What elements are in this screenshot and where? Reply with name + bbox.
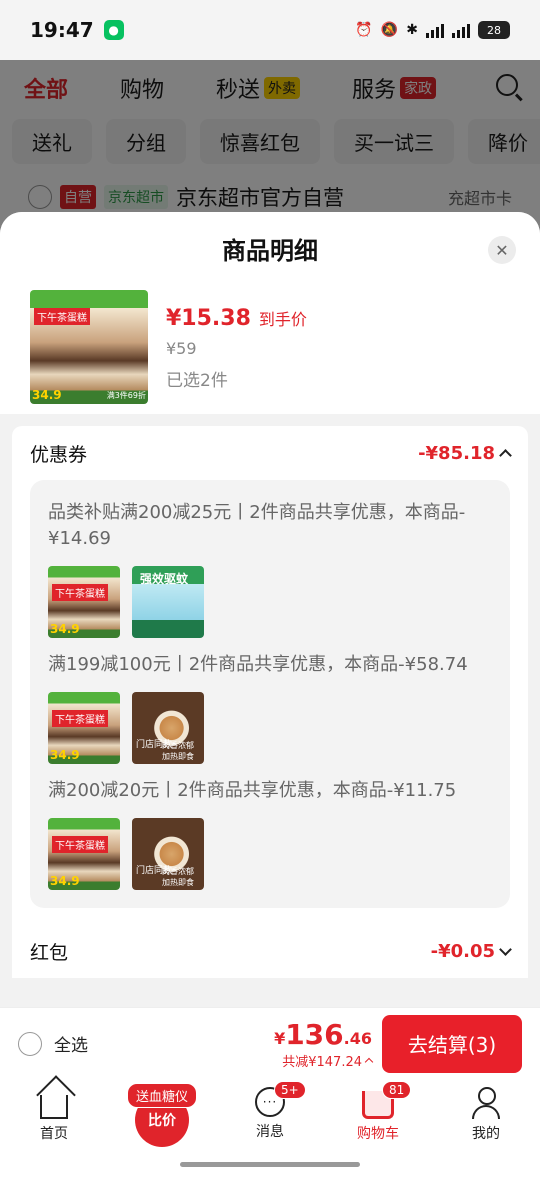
profile-icon <box>472 1087 500 1119</box>
sheet-header: 商品明细 ✕ <box>0 212 540 284</box>
coupon-list: 品类补贴满200减25元丨2件商品共享优惠，本商品-¥14.69 下午茶蛋糕 34… <box>30 480 510 908</box>
chevron-up-icon <box>499 448 512 462</box>
redpacket-section: 红包 -¥0.05 <box>12 924 528 978</box>
wechat-icon: ● <box>103 20 124 40</box>
price-info: ¥15.38 到手价 ¥59 已选2件 <box>166 290 307 400</box>
original-price: ¥59 <box>166 339 197 358</box>
deal-price-label: 到手价 <box>258 310 307 329</box>
coupon-desc: 满199减100元丨2件商品共享优惠，本商品-¥58.74 <box>48 654 468 675</box>
signal-icon <box>426 22 444 38</box>
message-badge: 5+ <box>274 1081 306 1099</box>
battery-icon: 28 <box>478 21 510 39</box>
product-image[interactable]: 下午茶蛋糕 34.9 满3件69折 <box>30 290 148 404</box>
tab-home[interactable]: 首页 <box>0 1079 108 1177</box>
mute-icon: 🔕 <box>380 22 399 38</box>
status-time: 19:47 <box>30 18 94 42</box>
close-button[interactable]: ✕ <box>488 236 516 264</box>
total-savings[interactable]: 共减¥147.24 <box>282 1051 374 1070</box>
checkout-bar: 全选 ¥ 136 .46 共减¥147.24 去结算(3) <box>0 1007 540 1079</box>
deal-price: ¥15.38 <box>166 306 251 331</box>
alarm-icon: ⏰ <box>355 22 373 38</box>
bluetooth-icon: ✱ <box>406 22 418 38</box>
bowl-thumbnail[interactable]: 门店同款 肉香浓郁 加热即食 <box>132 818 204 890</box>
home-indicator <box>180 1162 360 1167</box>
product-image-price: 34.9 <box>32 388 62 402</box>
coupon-products: 下午茶蛋糕 34.9 门店同款 肉香浓郁 加热即食 <box>48 818 492 890</box>
product-image-promo: 满3件69折 <box>106 391 146 400</box>
bowl-thumbnail[interactable]: 门店同款 肉香浓郁 加热即食 <box>132 692 204 764</box>
selected-count: 已选2件 <box>166 371 228 391</box>
product-summary: 下午茶蛋糕 34.9 满3件69折 ¥15.38 到手价 ¥59 已选2件 <box>0 284 540 414</box>
total-price: ¥ 136 .46 <box>274 1017 372 1051</box>
cake-thumbnail[interactable]: 下午茶蛋糕 34.9 <box>48 566 120 638</box>
promo-pill: 送血糖仪 <box>126 1083 197 1108</box>
bottom-tab-bar: 首页 比价 送血糖仪 ··· 5+ 消息 81 购物车 我的 <box>0 1079 540 1177</box>
coupon-amount: -¥85.18 <box>418 443 512 464</box>
coupon-title: 优惠券 <box>30 443 88 466</box>
status-bar: 19:47 ● ⏰ 🔕 ✱ 28 <box>0 0 540 60</box>
sheet-title: 商品明细 <box>222 236 318 265</box>
home-icon <box>40 1095 68 1119</box>
coupon-desc: 满200减20元丨2件商品共享优惠，本商品-¥11.75 <box>48 780 457 801</box>
redpacket-title: 红包 <box>30 941 69 964</box>
coupon-products: 下午茶蛋糕 34.9 门店同款 肉香浓郁 加热即食 <box>48 692 492 764</box>
cake-thumbnail[interactable]: 下午茶蛋糕 34.9 <box>48 692 120 764</box>
chevron-down-icon <box>499 942 512 956</box>
coupon-products: 下午茶蛋糕 34.9 强效驱蚊 <box>48 566 492 638</box>
signal-icon-2 <box>452 22 470 38</box>
coupon-desc: 品类补贴满200减25元丨2件商品共享优惠，本商品-¥14.69 <box>48 502 466 549</box>
cart-badge: 81 <box>382 1081 412 1099</box>
redpacket-amount: -¥0.05 <box>431 941 512 962</box>
coupon-section: 优惠券 -¥85.18 品类补贴满200减25元丨2件商品共享优惠，本商品-¥1… <box>12 426 528 924</box>
product-detail-sheet: 商品明细 ✕ 下午茶蛋糕 34.9 满3件69折 ¥15.38 到手价 ¥59 … <box>0 212 540 1007</box>
tab-profile[interactable]: 我的 <box>432 1079 540 1177</box>
cake-thumbnail[interactable]: 下午茶蛋糕 34.9 <box>48 818 120 890</box>
coupon-header[interactable]: 优惠券 -¥85.18 <box>30 426 512 480</box>
select-all-label[interactable]: 全选 <box>54 1031 88 1056</box>
total-info: ¥ 136 .46 共减¥147.24 <box>274 1017 374 1070</box>
redpacket-header[interactable]: 红包 -¥0.05 <box>30 924 512 978</box>
status-icons: ⏰ 🔕 ✱ 28 <box>355 21 510 39</box>
chevron-up-icon <box>364 1057 374 1067</box>
checkout-button[interactable]: 去结算(3) <box>382 1014 522 1073</box>
product-image-caption: 下午茶蛋糕 <box>34 308 90 325</box>
select-all-checkbox[interactable] <box>18 1031 42 1056</box>
spray-thumbnail[interactable]: 强效驱蚊 <box>132 566 204 638</box>
